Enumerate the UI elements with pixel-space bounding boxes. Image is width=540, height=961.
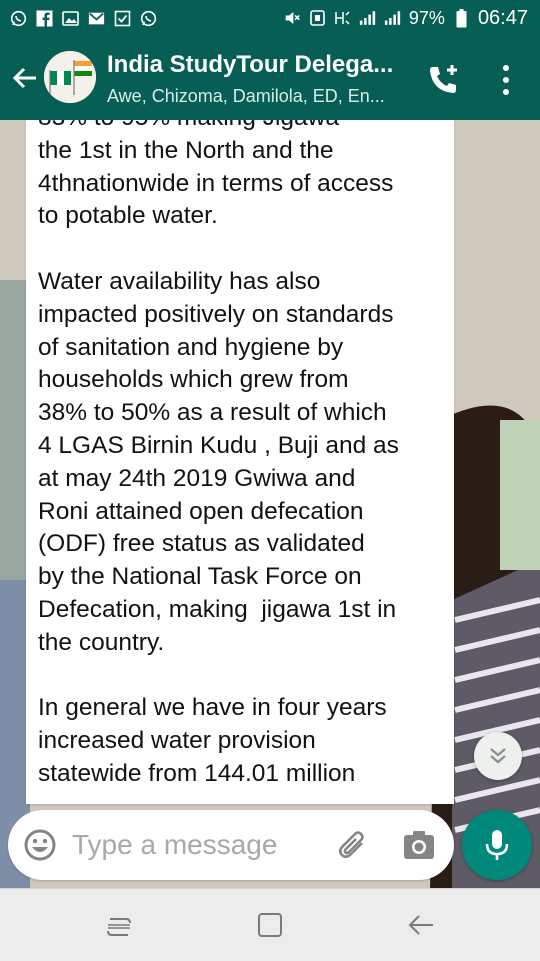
signal-icon	[359, 10, 376, 27]
recent-apps-icon	[107, 918, 131, 936]
emoji-button[interactable]	[22, 827, 58, 863]
message-text: 83% to 95% making Jigawa the 1st in the …	[38, 120, 399, 787]
chat-participants[interactable]: Awe, Chizoma, Damilola, ED, En...	[107, 86, 385, 107]
chat-area[interactable]: 83% to 95% making Jigawa the 1st in the …	[0, 120, 540, 890]
gmail-icon	[88, 10, 105, 27]
back-button[interactable]	[6, 56, 44, 100]
mic-icon	[485, 830, 509, 860]
voice-record-button[interactable]	[462, 810, 532, 880]
message-bubble[interactable]: 83% to 95% making Jigawa the 1st in the …	[26, 120, 454, 804]
back-arrow-icon	[408, 915, 433, 935]
add-call-icon	[430, 65, 457, 93]
nfc-icon	[309, 10, 326, 27]
back-nav-button[interactable]	[406, 911, 436, 939]
clock: 06:47	[477, 6, 528, 29]
more-options-button[interactable]	[494, 62, 518, 98]
checkbox-icon	[114, 10, 131, 27]
message-input[interactable]	[72, 826, 312, 864]
battery-icon	[453, 8, 470, 27]
group-avatar[interactable]	[44, 51, 96, 103]
signal-icon	[384, 10, 401, 27]
scroll-to-bottom-button[interactable]	[474, 732, 522, 780]
system-nav-bar	[0, 888, 540, 961]
hd-icon	[334, 10, 351, 27]
whatsapp-icon	[10, 10, 27, 27]
status-bar: 97% 06:47	[0, 0, 540, 36]
camera-icon	[404, 831, 434, 859]
mute-icon	[284, 10, 301, 27]
chat-header[interactable]: India StudyTour Delega... Awe, Chizoma, …	[0, 36, 540, 120]
attach-button[interactable]	[336, 828, 370, 862]
message-composer[interactable]	[8, 810, 454, 880]
emoji-icon	[24, 829, 56, 861]
home-button[interactable]	[256, 911, 284, 939]
arrow-left-icon	[12, 67, 36, 89]
double-chevron-down-icon	[490, 748, 506, 764]
home-icon	[258, 913, 282, 937]
add-call-button[interactable]	[426, 62, 462, 98]
camera-button[interactable]	[402, 828, 436, 862]
battery-percent: 97%	[408, 7, 445, 28]
recent-apps-button[interactable]	[104, 913, 134, 939]
chat-title[interactable]: India StudyTour Delega...	[107, 51, 393, 79]
facebook-icon	[36, 10, 53, 27]
whatsapp-icon	[140, 10, 157, 27]
more-vert-icon	[503, 65, 509, 71]
paperclip-icon	[338, 831, 364, 859]
image-icon	[62, 10, 79, 27]
